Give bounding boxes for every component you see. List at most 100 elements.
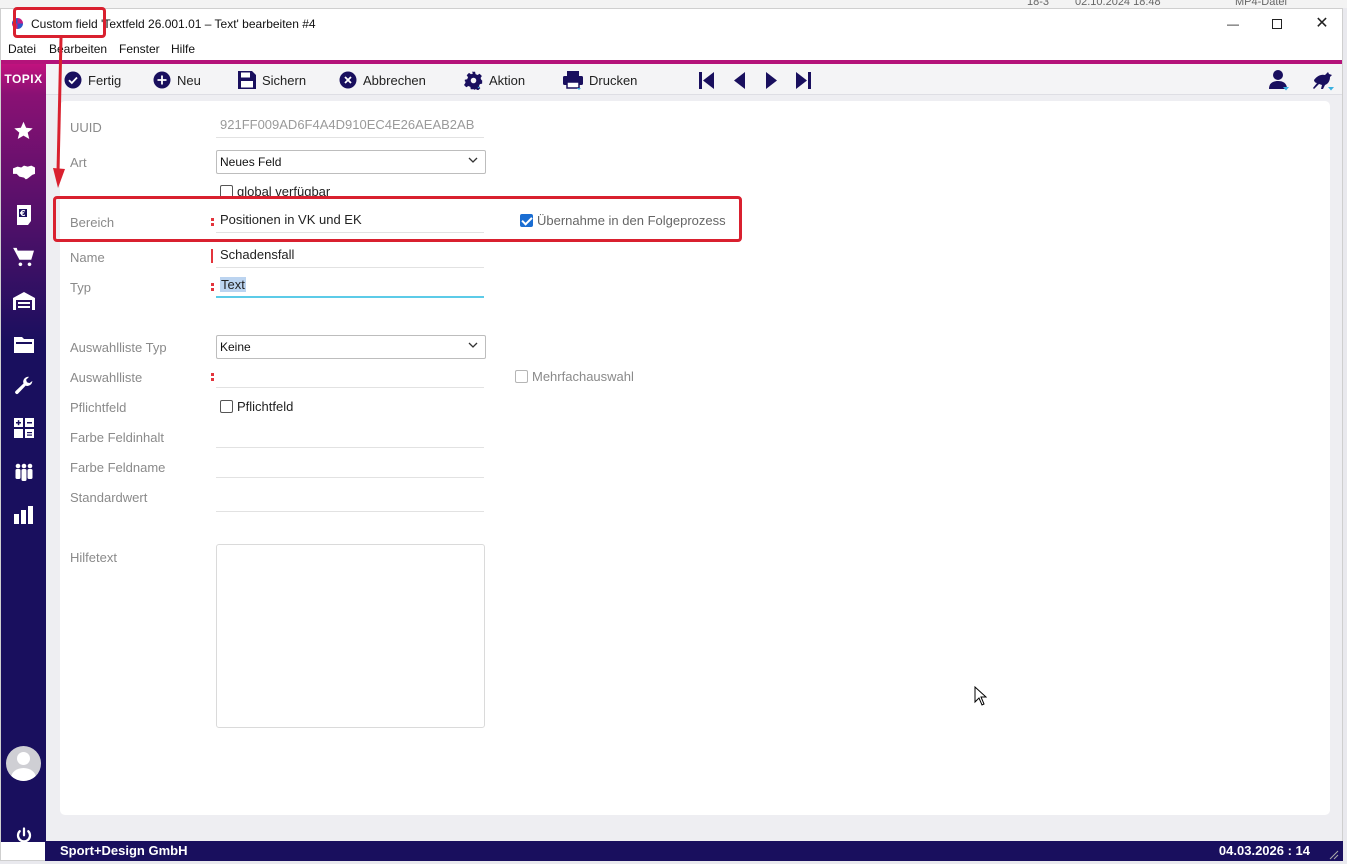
uuid-field: 921FF009AD6F4A4D910EC4E26AEAB2AB — [216, 114, 484, 138]
standardwert-label: Standardwert — [70, 490, 148, 505]
last-record-icon[interactable] — [795, 72, 811, 89]
previous-record-icon[interactable] — [734, 72, 746, 89]
minimize-icon: — — [1227, 17, 1239, 31]
bar-chart-icon — [13, 505, 33, 524]
minimize-button[interactable]: — — [1213, 13, 1253, 35]
sidebar: TOPIX € — [1, 64, 46, 843]
annotation-arrow-icon — [53, 38, 65, 188]
aktion-button[interactable]: Aktion — [464, 69, 525, 91]
typ-label: Typ — [70, 280, 91, 295]
svg-text:€: € — [19, 209, 26, 218]
required-marker — [211, 373, 214, 381]
neu-button[interactable]: Neu — [153, 69, 201, 91]
mouse-cursor-icon — [974, 686, 987, 706]
sichern-button[interactable]: Sichern — [238, 69, 306, 91]
chevron-down-icon — [468, 157, 478, 163]
cancel-circle-icon — [339, 71, 357, 89]
required-marker-single — [211, 249, 213, 263]
power-icon — [16, 826, 31, 843]
status-datetime: 04.03.2026 : 14 — [1218, 843, 1310, 858]
drucken-button[interactable]: Drucken — [563, 69, 637, 91]
sidebar-item-tools[interactable] — [12, 374, 35, 397]
sidebar-item-invoices[interactable]: € — [12, 203, 35, 226]
standardwert-field[interactable] — [216, 488, 484, 512]
uuid-label: UUID — [70, 120, 102, 135]
annotation-bereich-highlight — [53, 196, 742, 242]
art-label: Art — [70, 155, 87, 170]
background-window-strip: 18-3 02.10.2024 18:48 MP4-Datei — [0, 0, 1347, 8]
sidebar-item-people[interactable] — [12, 460, 35, 483]
warehouse-icon — [12, 291, 35, 310]
calculator-icon — [13, 417, 34, 438]
maximize-icon — [1272, 19, 1282, 29]
sidebar-item-reports[interactable] — [12, 503, 35, 526]
power-button[interactable] — [12, 824, 35, 847]
pflichtfeld-checkbox-box[interactable] — [220, 400, 233, 413]
pflichtfeld-checkbox-label: Pflichtfeld — [237, 399, 294, 414]
box-icon — [13, 336, 34, 353]
title-bar: Custom field 'Textfeld 26.001.01 – Text'… — [1, 9, 1342, 39]
plus-circle-icon — [153, 71, 171, 89]
sidebar-item-archive[interactable] — [12, 332, 35, 355]
window-title-rest: 'Textfeld 26.001.01 – Text' bearbeiten #… — [101, 17, 316, 31]
brand-logo[interactable]: TOPIX — [1, 64, 46, 94]
auswahlliste-typ-value: Keine — [220, 340, 251, 354]
fertig-button[interactable]: Fertig — [64, 69, 121, 91]
company-name: Sport+Design GmbH — [60, 843, 188, 858]
name-field[interactable]: Schadensfall — [216, 244, 484, 268]
sidebar-item-shop[interactable] — [12, 245, 35, 268]
kangaroo-menu-icon[interactable] — [1311, 68, 1335, 92]
printer-icon — [563, 70, 583, 90]
fertig-label: Fertig — [88, 72, 122, 88]
mehrfach-checkbox: Mehrfachauswahl — [515, 369, 634, 384]
farbe-feldinhalt-field[interactable] — [216, 424, 484, 448]
people-icon — [15, 463, 32, 481]
farbe-feldinhalt-label: Farbe Feldinhalt — [70, 430, 164, 445]
auswahlliste-field[interactable] — [216, 364, 484, 388]
sidebar-item-calculator[interactable] — [12, 416, 35, 439]
aktion-label: Aktion — [489, 72, 526, 88]
sidebar-item-crm[interactable] — [12, 161, 35, 184]
annotation-title-highlight — [13, 7, 106, 38]
invoice-icon: € — [16, 204, 31, 225]
menu-hilfe[interactable]: Hilfe — [171, 42, 195, 56]
typ-field[interactable]: Text — [216, 274, 484, 298]
maximize-button[interactable] — [1257, 13, 1297, 35]
typ-field-value: Text — [220, 277, 246, 292]
handshake-icon — [12, 165, 35, 179]
background-text-3: MP4-Datei — [1235, 0, 1287, 8]
art-select-value: Neues Feld — [220, 155, 282, 169]
abbrechen-label: Abbrechen — [363, 72, 426, 88]
menu-fenster[interactable]: Fenster — [119, 42, 160, 56]
hilfetext-textarea[interactable] — [216, 544, 485, 728]
sichern-label: Sichern — [262, 72, 307, 88]
sidebar-item-warehouse[interactable] — [12, 289, 35, 312]
background-text-1: 18-3 — [1027, 0, 1050, 8]
menu-bar: Datei Bearbeiten Fenster Hilfe — [1, 40, 1342, 59]
mehrfach-checkbox-label: Mehrfachauswahl — [532, 369, 634, 384]
drucken-label: Drucken — [589, 72, 638, 88]
chevron-down-icon — [468, 342, 478, 348]
close-icon: ✕ — [1315, 15, 1329, 32]
neu-label: Neu — [177, 72, 201, 88]
close-button[interactable]: ✕ — [1302, 13, 1342, 35]
user-menu-icon[interactable] — [1268, 69, 1290, 91]
menu-datei[interactable]: Datei — [8, 42, 36, 56]
auswahlliste-typ-select[interactable]: Keine — [216, 335, 486, 359]
hilfetext-label: Hilfetext — [70, 550, 117, 565]
user-avatar[interactable] — [6, 746, 41, 781]
auswahlliste-label: Auswahlliste — [70, 370, 143, 385]
cart-icon — [12, 247, 34, 266]
art-select[interactable]: Neues Feld — [216, 150, 486, 174]
gear-icon — [464, 71, 483, 90]
farbe-feldname-label: Farbe Feldname — [70, 460, 166, 475]
farbe-feldname-field[interactable] — [216, 454, 484, 478]
abbrechen-button[interactable]: Abbrechen — [339, 69, 426, 91]
status-bar: Sport+Design GmbH 04.03.2026 : 14 — [45, 841, 1343, 861]
first-record-icon[interactable] — [699, 72, 715, 89]
resize-grip-icon[interactable] — [1329, 850, 1339, 860]
next-record-icon[interactable] — [765, 72, 777, 89]
sidebar-item-favorites[interactable] — [12, 119, 35, 142]
mehrfach-checkbox-box — [515, 370, 528, 383]
pflichtfeld-checkbox[interactable]: Pflichtfeld — [220, 399, 293, 414]
